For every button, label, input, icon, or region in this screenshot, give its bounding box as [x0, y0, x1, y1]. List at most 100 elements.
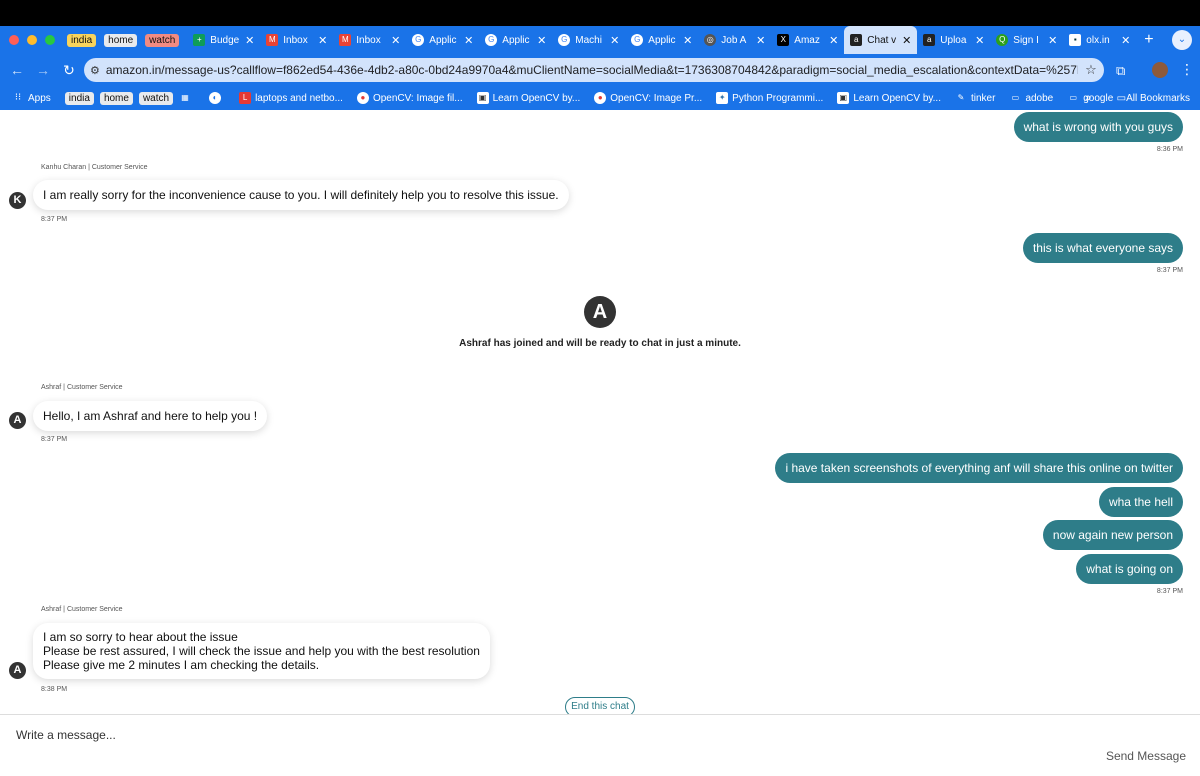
bookmark-learn-opencv-2[interactable]: ▣ Learn OpenCV by...: [837, 92, 941, 104]
agent-message: I am really sorry for the inconvenience …: [33, 180, 569, 210]
forward-button[interactable]: →: [30, 62, 56, 78]
message-timestamp: 8:37 PM: [41, 436, 68, 443]
message-composer: Send Message: [0, 714, 1200, 776]
close-tab-icon[interactable]: ✕: [902, 34, 911, 47]
bookmark-opencv-filter[interactable]: ● OpenCV: Image fil...: [356, 92, 463, 104]
agent-message-line: Please be rest assured, I will check the…: [43, 644, 480, 658]
close-tab-icon[interactable]: ✕: [245, 34, 254, 47]
close-tab-icon[interactable]: ✕: [829, 34, 838, 47]
agent-name-label: Ashraf | Customer Service: [41, 384, 123, 391]
close-tab-icon[interactable]: ✕: [975, 34, 984, 47]
amazon-icon: a: [850, 34, 863, 46]
openai-icon: ◎: [704, 34, 717, 46]
tab-chat-active[interactable]: a Chat v ✕: [844, 26, 918, 54]
maximize-window-button[interactable]: [45, 35, 55, 45]
back-button[interactable]: ←: [4, 62, 30, 78]
user-message: now again new person: [1042, 520, 1183, 550]
tab-job[interactable]: ◎ Job A ✕: [698, 26, 771, 54]
user-message: i have taken screenshots of everything a…: [775, 453, 1183, 483]
close-tab-icon[interactable]: ✕: [756, 34, 765, 47]
close-tab-icon[interactable]: ✕: [537, 34, 546, 47]
close-tab-icon[interactable]: ✕: [1048, 34, 1057, 47]
tab-inbox-2[interactable]: M Inbox ✕: [333, 26, 406, 54]
bookmark-adobe[interactable]: ▭ adobe: [1009, 92, 1054, 104]
user-message: this is what everyone says: [1022, 233, 1183, 263]
new-tab-button[interactable]: +: [1144, 31, 1153, 49]
send-message-button[interactable]: Send Message: [1106, 749, 1186, 763]
close-tab-icon[interactable]: ✕: [610, 34, 619, 47]
bookmark-opencv-image[interactable]: ● OpenCV: Image Pr...: [594, 92, 702, 104]
agent-message-line: I am so sorry to hear about the issue: [43, 630, 238, 644]
bookmark-star-icon[interactable]: ☆: [1078, 62, 1104, 78]
tab-uploa[interactable]: a Uploa ✕: [917, 26, 990, 54]
address-bar-row: ← → ↻ ⚙ amazon.in/message-us?callflow=f8…: [0, 54, 1200, 86]
olx-icon: ▪: [1069, 34, 1082, 46]
google-icon: G: [631, 34, 644, 46]
reload-button[interactable]: ↻: [56, 62, 82, 79]
opencv-icon: ●: [594, 92, 607, 104]
tab-group-india[interactable]: india: [67, 33, 97, 47]
more-bookmarks-icon[interactable]: »: [1085, 92, 1091, 104]
tab-applic-3[interactable]: G Applic ✕: [625, 26, 698, 54]
agent-message: Hello, I am Ashraf and here to help you …: [33, 401, 268, 431]
tab-inbox[interactable]: M Inbox ✕: [260, 26, 333, 54]
bookmark-tinker[interactable]: ✎ tinker: [955, 92, 996, 104]
browser-menu-icon[interactable]: ⋮: [1180, 61, 1194, 78]
bookmarks-bar: ⁝⁝ Apps india home watch ▦ ◐ Llaptops and…: [0, 86, 1200, 110]
close-tab-icon[interactable]: ✕: [391, 34, 400, 47]
tab-olx[interactable]: ▪ olx.in ✕: [1063, 26, 1136, 54]
bookmark-group-watch[interactable]: watch: [138, 91, 174, 105]
close-window-button[interactable]: [9, 35, 19, 45]
agent-message: I am so sorry to hear about the issue Pl…: [33, 623, 490, 679]
tab-applic[interactable]: G Applic ✕: [406, 26, 479, 54]
site-info-icon[interactable]: ⚙: [90, 64, 100, 77]
extensions-icon[interactable]: ⧉: [1116, 63, 1125, 79]
bookmark-learn-opencv[interactable]: ▣ Learn OpenCV by...: [476, 92, 580, 104]
close-tab-icon[interactable]: ✕: [683, 34, 692, 47]
bookmark-apps[interactable]: ⁝⁝ Apps: [12, 92, 51, 104]
l-logo-icon: L: [239, 92, 252, 104]
gmail-icon: M: [339, 34, 352, 46]
close-tab-icon[interactable]: ✕: [318, 34, 327, 47]
opencv-icon: ●: [356, 92, 369, 104]
omnibox[interactable]: ⚙ amazon.in/message-us?callflow=f862ed54…: [84, 58, 1104, 82]
x-icon: X: [777, 34, 790, 46]
tab-budget[interactable]: + Budge ✕: [187, 26, 260, 54]
tab-group-home[interactable]: home: [104, 33, 138, 47]
message-timestamp: 8:36 PM: [1156, 146, 1183, 153]
tab-search-icon[interactable]: ⌄: [1172, 30, 1192, 50]
bookmark-laptops[interactable]: Llaptops and netbo...: [239, 92, 343, 104]
tinker-icon: ✎: [957, 93, 965, 102]
globe-icon: ◐: [209, 92, 222, 104]
chat-transcript[interactable]: what is wrong with you guys 8:36 PM Kanh…: [0, 110, 1200, 714]
profile-avatar[interactable]: [1152, 62, 1168, 78]
agent-joined-notice: Ashraf has joined and will be ready to c…: [459, 338, 741, 349]
bookmark-python[interactable]: ✦ Python Programmi...: [716, 92, 823, 104]
joined-agent-avatar: A: [584, 296, 616, 328]
close-tab-icon[interactable]: ✕: [464, 34, 473, 47]
tab-sign[interactable]: Q Sign I ✕: [990, 26, 1063, 54]
agent-name-label: Kanhu Charan | Customer Service: [41, 164, 148, 171]
tab-machi[interactable]: G Machi ✕: [552, 26, 625, 54]
folder-icon: ▭: [1011, 93, 1020, 102]
bookmark-group-india[interactable]: india: [64, 91, 94, 105]
close-tab-icon[interactable]: ✕: [1121, 34, 1130, 47]
message-timestamp: 8:38 PM: [41, 686, 68, 693]
message-timestamp: 8:37 PM: [41, 216, 68, 223]
end-chat-button[interactable]: End this chat: [565, 697, 635, 714]
url-text[interactable]: amazon.in/message-us?callflow=f862ed54-4…: [106, 63, 1078, 77]
agent-avatar: K: [9, 192, 26, 209]
tab-applic-2[interactable]: G Applic ✕: [479, 26, 552, 54]
agent-name-label: Ashraf | Customer Service: [41, 606, 123, 613]
grid-icon: ▦: [181, 93, 189, 102]
agent-message-line: Please give me 2 minutes I am checking t…: [43, 658, 320, 672]
tab-amaz[interactable]: X Amaz ✕: [771, 26, 844, 54]
bookmark-globe[interactable]: ◐: [209, 92, 225, 104]
screen-top-bar: [0, 0, 1200, 26]
bookmark-grid[interactable]: ▦: [179, 92, 195, 104]
all-bookmarks[interactable]: ▭ All Bookmarks: [1117, 93, 1190, 104]
minimize-window-button[interactable]: [27, 35, 37, 45]
bookmark-group-home[interactable]: home: [99, 91, 133, 105]
message-input[interactable]: [16, 727, 916, 743]
tab-group-watch[interactable]: watch: [145, 33, 180, 47]
